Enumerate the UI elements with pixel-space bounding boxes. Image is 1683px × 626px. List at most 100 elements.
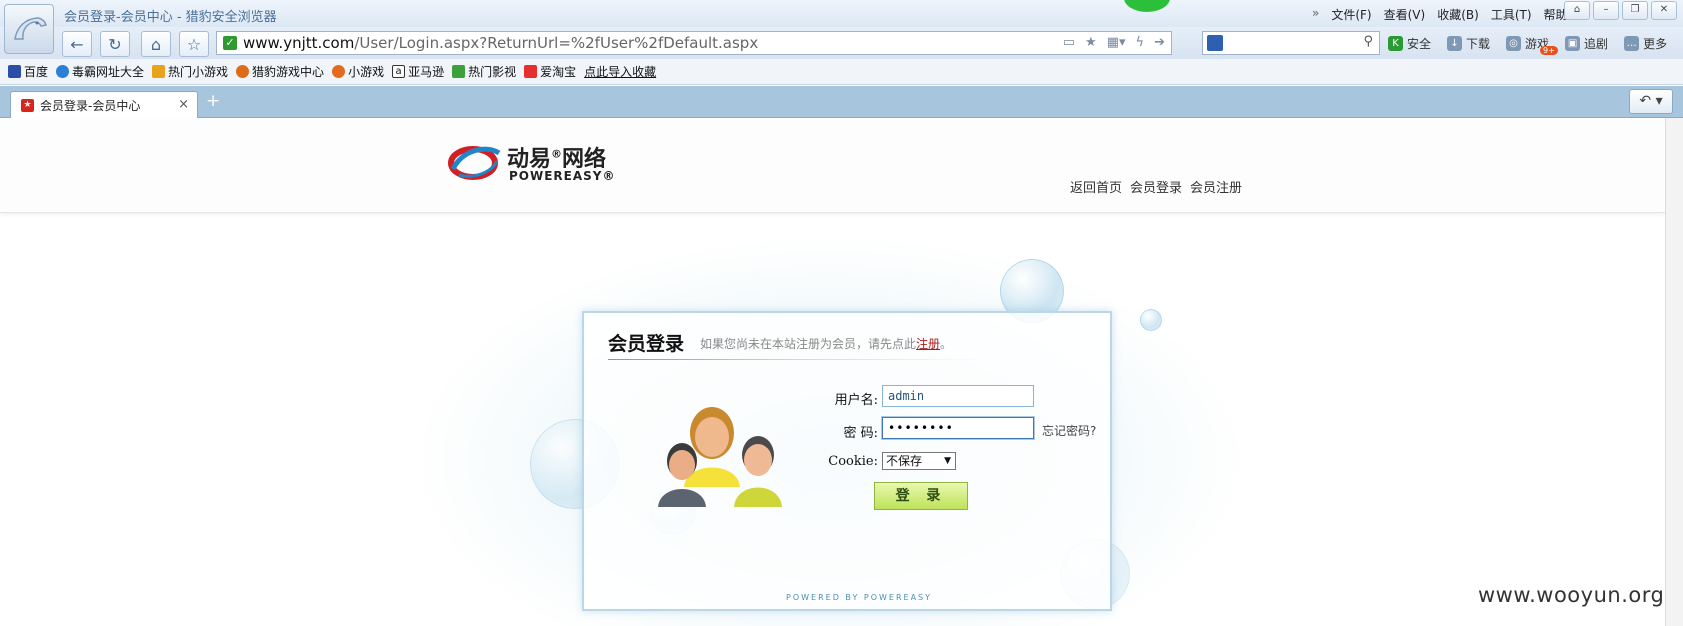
members-illustration [654,395,794,518]
register-link[interactable]: 注册 [916,337,940,351]
cookie-label: Cookie: [828,454,878,469]
username-label: 用户名: [834,393,878,408]
title-divider [608,359,988,360]
amazon-icon: a [392,65,406,78]
speedup-icon[interactable]: ϟ [1136,35,1145,50]
dropdown-arrow-icon: ▼ [944,456,951,466]
menu-favorites[interactable]: 收藏(B) [1437,6,1479,23]
favorites-bar: 百度 毒霸网址大全 热门小游戏 猎豹游戏中心 小游戏 a 亚马逊 热门影视 爱淘宝… [0,59,1683,85]
watermark: www.wooyun.org [1478,583,1665,607]
search-engine-icon[interactable] [1207,35,1223,51]
game-icon [152,65,166,78]
tab-close-icon[interactable]: × [178,97,189,112]
arrow-left-icon: ← [70,34,84,54]
member-login-link[interactable]: 会员登录 [1130,177,1182,196]
import-favorites-link[interactable]: 点此导入收藏 [584,63,656,80]
cheetah-icon [14,17,47,40]
fav-taobao[interactable]: 爱淘宝 [524,63,576,80]
brand-name-en: POWEREASY® [509,169,616,183]
fav-baidu[interactable]: 百度 [8,63,48,80]
more-button[interactable]: … 更多 [1624,35,1667,52]
adblock-icon[interactable]: ▭ [1063,35,1075,50]
undo-icon: ↶ ▾ [1639,93,1663,109]
download-icon: ↓ [1447,36,1463,51]
baidu-icon [8,65,21,78]
window-controls: ⌂ – ❐ ✕ [1564,1,1677,20]
home-button[interactable]: ⌂ [141,31,171,57]
url-tools: ▭ ★ ▦▾ ϟ ➔ [1063,35,1165,50]
fav-hot-games[interactable]: 热门小游戏 [152,63,228,80]
username-input[interactable]: admin [882,385,1034,407]
site-logo[interactable]: 动易®网络 POWEREASY® [447,139,615,188]
cookie-select[interactable]: 不保存 ▼ [882,452,956,470]
restore-button[interactable]: ❐ [1622,1,1648,20]
fav-small-games[interactable]: 小游戏 [332,63,384,80]
fav-hot-video[interactable]: 热门影视 [452,63,516,80]
menu-bar: » 文件(F) 查看(V) 收藏(B) 工具(T) 帮助 [1312,6,1568,23]
qrcode-icon[interactable]: ▦▾ [1107,35,1126,50]
new-tab-button[interactable]: + [206,91,220,111]
minimize-button[interactable]: – [1593,1,1619,20]
menu-file[interactable]: 文件(F) [1331,6,1371,23]
duba-icon [56,65,70,78]
fav-liebao-games[interactable]: 猎豹游戏中心 [236,63,324,80]
fav-amazon[interactable]: a 亚马逊 [392,63,444,80]
tv-icon: ▣ [1565,36,1581,51]
password-input[interactable]: •••••••• [882,417,1034,439]
url-text[interactable]: www.ynjtt.com/User/Login.aspx?ReturnUrl=… [243,34,758,52]
drama-button[interactable]: ▣ 追剧 [1565,35,1608,52]
url-path: /User/Login.aspx?ReturnUrl=%2fUser%2fDef… [354,34,759,52]
title-bar: 会员登录-会员中心 - 猎豹安全浏览器 » 文件(F) 查看(V) 收藏(B) … [0,0,1683,27]
go-arrow-icon[interactable]: ➔ [1154,35,1165,50]
search-icon[interactable]: ⚲ [1363,34,1373,49]
download-button[interactable]: ↓ 下载 [1447,35,1490,52]
top-links: 返回首页 会员登录 会员注册 [1070,177,1242,196]
register-hint: 如果您尚未在本站注册为会员，请先点此注册。 [700,337,953,351]
security-button[interactable]: K 安全 [1388,35,1431,52]
fav-duba[interactable]: 毒霸网址大全 [56,63,144,80]
menu-tools[interactable]: 工具(T) [1491,6,1532,23]
notification-bubble[interactable] [1124,0,1170,12]
bubble-decoration [1140,309,1162,331]
gamepad-icon: ◎ [1506,36,1522,51]
tab-label: 会员登录-会员中心 [40,98,141,113]
taobao-icon [524,65,538,78]
powereasy-logo-icon [448,146,501,180]
members-avatar-icon [658,407,782,507]
powered-by: POWERED BY POWEREASY [786,593,933,602]
refresh-icon: ↻ [108,34,122,54]
page-content: 动易®网络 POWEREASY® 返回首页 会员登录 会员注册 会员登录 如果您… [0,119,1665,626]
site-header: 动易®网络 POWEREASY® 返回首页 会员登录 会员注册 [0,119,1665,213]
password-label: 密 码: [843,426,878,441]
bookmark-button[interactable]: ☆ [179,31,209,57]
shield-k-icon: K [1388,36,1403,51]
refresh-button[interactable]: ↻ [100,31,130,57]
login-title: 会员登录 [608,333,685,355]
close-window-button[interactable]: ✕ [1651,1,1677,20]
more-dots-icon: … [1624,36,1640,51]
tab-member-login[interactable]: ★ 会员登录-会员中心 × [10,91,198,118]
small-game-icon [332,65,346,78]
verified-check-icon: ✓ [223,36,237,50]
member-register-link[interactable]: 会员注册 [1190,177,1242,196]
search-box[interactable]: ⚲ [1202,31,1380,55]
nav-chevron[interactable]: » [1312,6,1319,23]
login-panel: 会员登录 如果您尚未在本站注册为会员，请先点此注册。 用户名: admin 密 … [582,311,1112,611]
window-title: 会员登录-会员中心 - 猎豹安全浏览器 [64,10,277,25]
login-button[interactable]: 登 录 [874,482,968,510]
forgot-password-link[interactable]: 忘记密码? [1042,422,1096,439]
tab-bar: ★ 会员登录-会员中心 × + ↶ ▾ [0,86,1683,118]
favorite-star-icon[interactable]: ★ [1085,35,1097,50]
url-host: www.ynjtt.com [243,34,355,52]
vertical-scrollbar[interactable] [1665,118,1683,626]
menu-view[interactable]: 查看(V) [1384,6,1426,23]
undo-close-tab-button[interactable]: ↶ ▾ [1629,89,1673,114]
back-button[interactable]: ← [62,31,92,57]
home-icon: ⌂ [150,34,162,54]
star-icon: ☆ [186,34,202,54]
skin-button[interactable]: ⌂ [1564,1,1590,20]
browser-logo[interactable] [4,4,54,54]
home-link[interactable]: 返回首页 [1070,177,1122,196]
liebao-game-icon [236,65,250,78]
address-bar[interactable]: ✓ www.ynjtt.com/User/Login.aspx?ReturnUr… [216,31,1172,55]
